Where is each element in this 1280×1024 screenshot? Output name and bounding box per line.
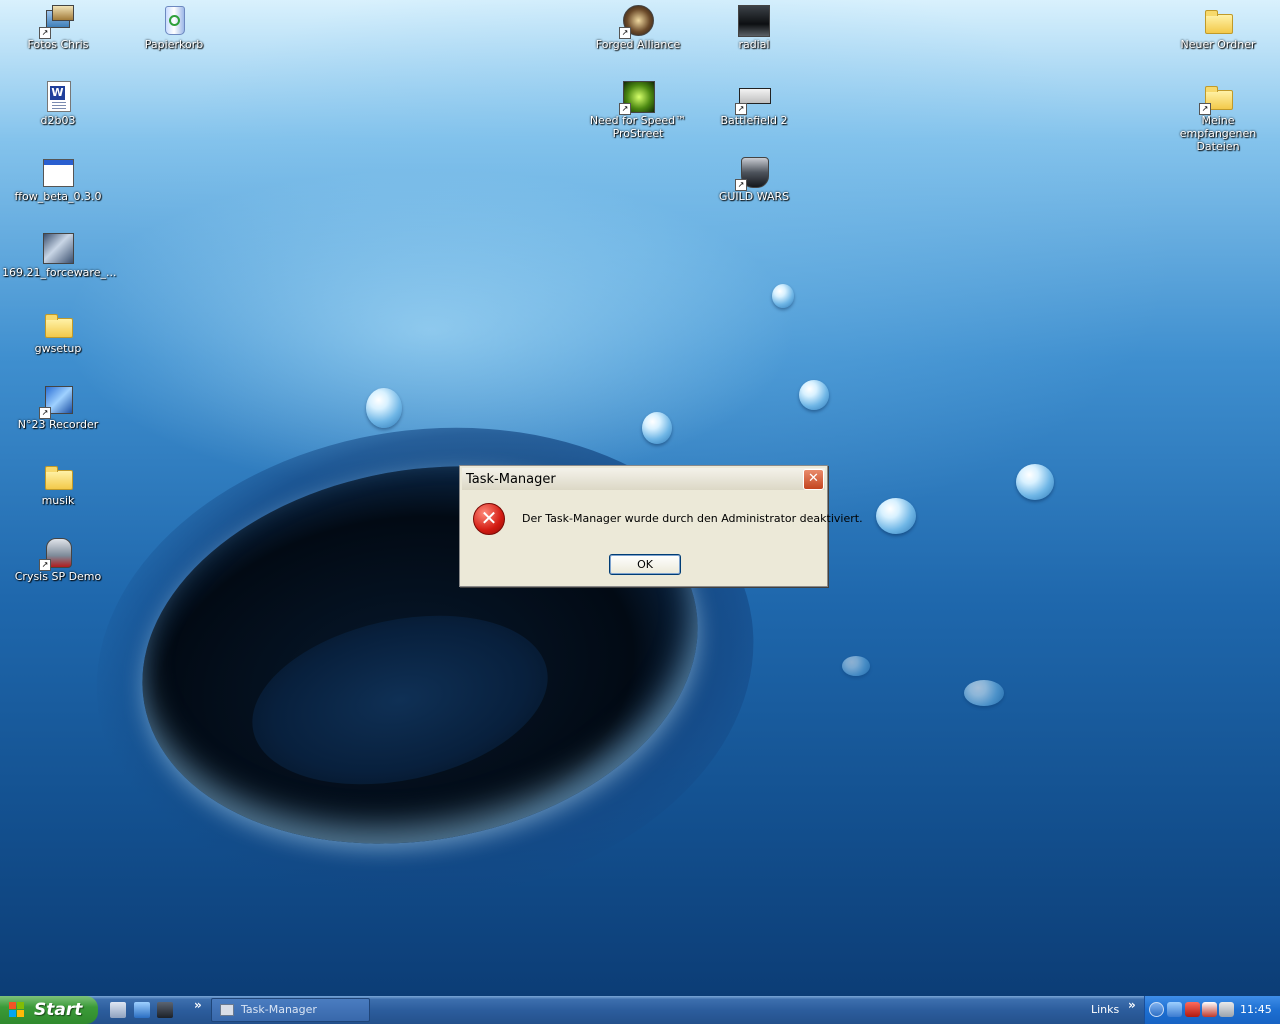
crysis-shortcut-icon: ↗ bbox=[39, 536, 74, 571]
links-toolbar[interactable]: Links bbox=[1091, 1003, 1119, 1016]
wallpaper-droplet bbox=[876, 498, 916, 534]
desktop-icon-crysis-sp-demo[interactable]: ↗ Crysis SP Demo bbox=[2, 536, 114, 583]
battlefield-shortcut-icon: ↗ bbox=[735, 80, 771, 115]
desktop-icon-label: GUILD WARS bbox=[718, 190, 790, 203]
close-button[interactable]: ✕ bbox=[803, 469, 824, 490]
desktop-icon-label: Battlefield 2 bbox=[720, 114, 788, 127]
desktop-icon-ffow-beta[interactable]: ffow_beta_0.3.0 bbox=[2, 156, 114, 203]
desktop-icon-label: musik bbox=[41, 494, 75, 507]
desktop-icon-radial[interactable]: radial bbox=[698, 4, 810, 51]
wallpaper-droplet bbox=[842, 656, 870, 676]
error-icon: ✕ bbox=[473, 503, 505, 535]
taskbar-button-task-manager[interactable]: Task-Manager bbox=[211, 998, 370, 1022]
folder-shortcut-icon: ↗ bbox=[1199, 80, 1234, 115]
wallpaper-droplet bbox=[799, 380, 829, 410]
wallpaper-droplet bbox=[642, 412, 672, 444]
desktop-icon-papierkorb[interactable]: Papierkorb bbox=[118, 4, 230, 51]
desktop-icon-guild-wars[interactable]: ↗ GUILD WARS bbox=[698, 156, 810, 203]
dialog-message: Der Task-Manager wurde durch den Adminis… bbox=[522, 512, 863, 525]
guild-wars-shortcut-icon: ↗ bbox=[735, 156, 770, 191]
desktop-icon-n23-recorder[interactable]: ↗ N°23 Recorder bbox=[2, 384, 114, 431]
error-icon-glyph: ✕ bbox=[480, 506, 498, 530]
desktop-icon-label: Papierkorb bbox=[144, 38, 204, 51]
installer-icon bbox=[42, 232, 74, 264]
desktop-icon-label: Forged Alliance bbox=[595, 38, 681, 51]
desktop-icon-label: d2b03 bbox=[40, 114, 76, 127]
task-manager-error-dialog: Task-Manager ✕ ✕ Der Task-Manager wurde … bbox=[459, 465, 863, 587]
desktop-icon-d2b03[interactable]: W d2b03 bbox=[2, 80, 114, 127]
desktop-icon-label: 169.21_forceware_... bbox=[2, 266, 117, 279]
desktop-icon-forceware[interactable]: 169.21_forceware_... bbox=[2, 232, 117, 279]
desktop-icon-label: Crysis SP Demo bbox=[14, 570, 102, 583]
recycle-bin-icon bbox=[158, 4, 190, 36]
desktop-icon-label: Meine empfangenen Dateien bbox=[1179, 114, 1257, 153]
ok-button[interactable]: OK bbox=[609, 554, 681, 575]
word-document-icon: W bbox=[42, 80, 74, 112]
forged-alliance-shortcut-icon: ↗ bbox=[619, 4, 654, 39]
links-chevron-icon[interactable]: » bbox=[1128, 998, 1136, 1012]
desktop-icon-fotos-chris[interactable]: ↗ Fotos Chris bbox=[2, 4, 114, 51]
desktop-icon-neuer-ordner[interactable]: Neuer Ordner bbox=[1162, 4, 1274, 51]
nfs-prostreet-shortcut-icon: ↗ bbox=[619, 80, 655, 115]
task-manager-icon bbox=[220, 1004, 234, 1016]
system-tray: 11:45 bbox=[1144, 996, 1280, 1024]
quick-launch-steam-icon[interactable] bbox=[157, 1002, 173, 1018]
folder-icon bbox=[42, 308, 74, 340]
wallpaper-droplet bbox=[366, 388, 402, 428]
application-window-icon bbox=[42, 156, 74, 188]
wallpaper-droplet bbox=[772, 284, 794, 308]
tray-antivirus-icon[interactable] bbox=[1185, 1002, 1200, 1017]
desktop-icon-label: Neuer Ordner bbox=[1180, 38, 1256, 51]
taskbar-button-label: Task-Manager bbox=[241, 1003, 317, 1016]
desktop-icon-meine-empfangenen-dateien[interactable]: ↗ Meine empfangenen Dateien bbox=[1162, 80, 1274, 153]
desktop-icon-label: Fotos Chris bbox=[27, 38, 89, 51]
folder-icon bbox=[42, 460, 74, 492]
start-button[interactable]: Start bbox=[0, 996, 98, 1024]
desktop-icon-forged-alliance[interactable]: ↗ Forged Alliance bbox=[582, 4, 694, 51]
recorder-shortcut-icon: ↗ bbox=[39, 384, 74, 419]
windows-logo-icon bbox=[9, 1002, 25, 1018]
desktop-icon-battlefield-2[interactable]: ↗ Battlefield 2 bbox=[698, 80, 810, 127]
wallpaper-droplet bbox=[1016, 464, 1054, 500]
quick-launch-chevron-icon[interactable]: » bbox=[194, 998, 202, 1012]
desktop-icon-label: ffow_beta_0.3.0 bbox=[14, 190, 102, 203]
desktop[interactable]: ↗ Fotos Chris Papierkorb W d2b03 ffow_be… bbox=[0, 0, 1280, 996]
desktop-icon-musik[interactable]: musik bbox=[2, 460, 114, 507]
close-icon: ✕ bbox=[808, 471, 819, 486]
image-thumbnail-icon bbox=[738, 4, 770, 37]
quick-launch-media-player-icon[interactable] bbox=[134, 1002, 150, 1018]
desktop-icon-label: Need for Speed™ ProStreet bbox=[589, 114, 687, 140]
taskbar: Start » Task-Manager Links » 11:45 bbox=[0, 996, 1280, 1024]
dialog-titlebar[interactable]: Task-Manager ✕ bbox=[462, 468, 825, 490]
tray-network-icon[interactable] bbox=[1167, 1002, 1182, 1017]
photos-shortcut-icon: ↗ bbox=[39, 4, 74, 39]
start-label: Start bbox=[34, 1000, 83, 1020]
dialog-title: Task-Manager bbox=[466, 472, 556, 487]
folder-icon bbox=[1202, 4, 1234, 36]
desktop-icon-label: radial bbox=[738, 38, 770, 51]
tray-collapse-arrow-icon[interactable] bbox=[1149, 1002, 1164, 1017]
quick-launch-show-desktop-icon[interactable] bbox=[110, 1002, 126, 1018]
desktop-icon-need-for-speed-prostreet[interactable]: ↗ Need for Speed™ ProStreet bbox=[582, 80, 694, 140]
clock[interactable]: 11:45 bbox=[1240, 1003, 1272, 1016]
tray-volume-icon[interactable] bbox=[1219, 1002, 1234, 1017]
desktop-icon-label: gwsetup bbox=[34, 342, 82, 355]
tray-security-icon[interactable] bbox=[1202, 1002, 1217, 1017]
desktop-icon-label: N°23 Recorder bbox=[17, 418, 99, 431]
desktop-icon-gwsetup[interactable]: gwsetup bbox=[2, 308, 114, 355]
wallpaper-droplet bbox=[964, 680, 1004, 706]
